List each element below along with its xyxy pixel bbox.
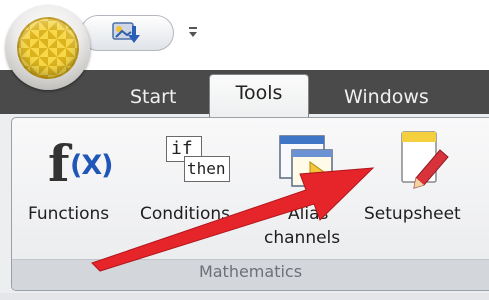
alias-label-line1: Alias: [288, 204, 329, 224]
function-icon: f (X): [48, 134, 113, 193]
setupsheet-button[interactable]: Setupsheet: [362, 124, 486, 254]
qat-import-button[interactable]: [104, 20, 150, 46]
functions-label: Functions: [28, 204, 110, 224]
chevron-down-icon: [189, 27, 197, 37]
tab-windows[interactable]: Windows: [344, 80, 429, 114]
application-button[interactable]: [6, 6, 90, 90]
ribbon-bottom-edge: [0, 293, 489, 300]
tab-tools[interactable]: Tools: [209, 74, 309, 117]
conditions-label: Conditions: [140, 204, 230, 224]
import-icon: [112, 22, 140, 43]
alias-label-line2: channels: [264, 228, 341, 248]
alias-channels-button[interactable]: Alias channels: [258, 124, 358, 254]
conditions-button[interactable]: if then Conditions: [138, 124, 254, 254]
group-label: Mathematics: [198, 262, 303, 281]
tab-start[interactable]: Start: [130, 80, 176, 114]
functions-button[interactable]: f (X) Functions: [28, 124, 132, 254]
if-then-icon: if then: [166, 136, 230, 186]
setupsheet-icon: [396, 130, 454, 196]
app-window: Start Tools Windows Mathematics f (X) Fu…: [0, 0, 489, 300]
alias-channels-icon: [278, 132, 338, 192]
setupsheet-label: Setupsheet: [364, 204, 461, 224]
application-logo-icon: [17, 17, 79, 79]
qat-dropdown-button[interactable]: [186, 24, 200, 40]
